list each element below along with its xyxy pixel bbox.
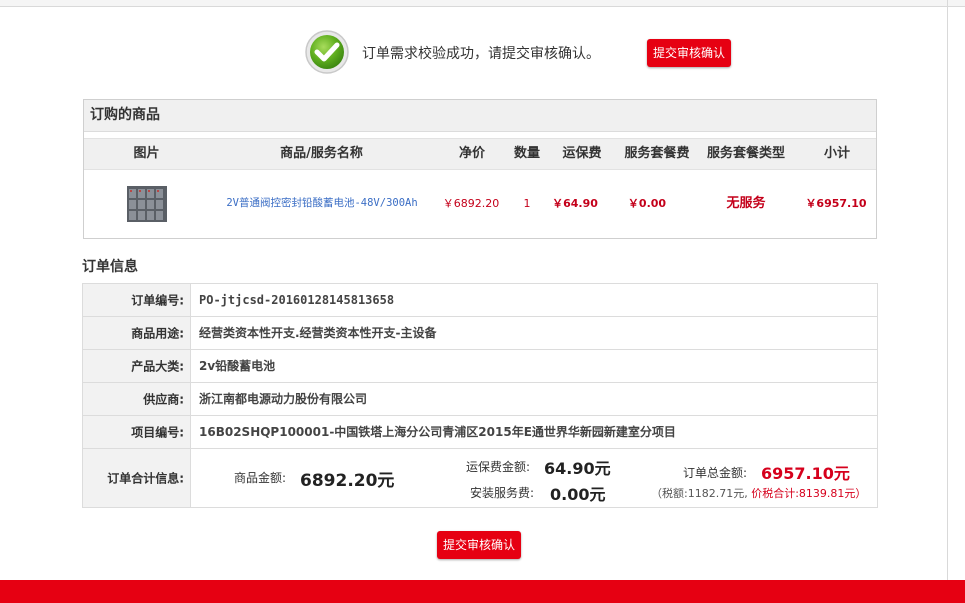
category-row: 产品大类: 2v铅酸蓄电池 [83,350,877,383]
order-info-title: 订单信息 [82,259,138,275]
order-no-value: PO-jtjcsd-20160128145813658 [199,293,395,307]
project-value: 16B02SHQP100001-中国铁塔上海分公司青浦区2015年E通世界华新园… [199,425,676,439]
tax-amount-text: （税额:1182.71元, [651,487,748,500]
product-row: 2V普通阀控密封铅酸蓄电池-48V/300Ah ￥6892.20 1 ￥64.9… [84,170,876,237]
product-subtotal: ￥6957.10 [805,197,867,210]
product-service-fee: ￥0.00 [627,197,667,210]
col-price: 净价 [458,146,485,161]
order-total-row: 订单合计信息: 商品金额: 6892.20元 运保费金额: 64.90元 安装服… [83,449,877,507]
col-shipping: 运保费 [562,146,602,161]
submit-review-button-bottom[interactable]: 提交审核确认 [437,531,521,559]
supplier-row: 供应商: 浙江南都电源动力股份有限公司 [83,383,877,416]
order-total-label: 订单总金额: [683,466,748,480]
usage-label: 商品用途: [131,326,184,341]
order-total-value: 6957.10元 [761,464,850,483]
col-quantity: 数量 [513,146,540,161]
project-row: 项目编号: 16B02SHQP100001-中国铁塔上海分公司青浦区2015年E… [83,416,877,449]
success-check-icon [305,30,349,74]
usage-row: 商品用途: 经营类资本性开支.经营类资本性开支-主设备 [83,317,877,350]
product-name-link[interactable]: 2V普通阀控密封铅酸蓄电池-48V/300Ah [202,170,442,237]
col-subtotal: 小计 [823,146,850,161]
footer-bar [0,580,965,603]
product-shipping: ￥64.90 [552,197,598,210]
order-no-row: 订单编号: PO-jtjcsd-20160128145813658 [83,284,877,317]
usage-value: 经营类资本性开支.经营类资本性开支-主设备 [199,326,437,340]
col-name: 商品/服务名称 [280,146,363,161]
install-fee-value: 0.00元 [550,485,606,504]
ordered-products-panel: 订购的商品 图片 商品/服务名称 净价 数量 运保费 服务套餐费 服务套餐类型 … [83,99,877,239]
category-label: 产品大类: [131,359,184,374]
submit-review-button-top[interactable]: 提交审核确认 [647,39,731,67]
tax-info: （税额:1182.71元, 价税合计:8139.81元） [651,485,866,501]
products-table-header: 图片 商品/服务名称 净价 数量 运保费 服务套餐费 服务套餐类型 小计 [84,138,876,170]
supplier-value: 浙江南都电源动力股份有限公司 [199,392,368,406]
success-message: 订单需求校验成功，请提交审核确认。 [362,46,600,62]
supplier-label: 供应商: [143,392,184,407]
product-price: ￥6892.20 [442,197,500,210]
install-fee-label: 安装服务费: [470,486,535,500]
right-border [947,0,948,580]
goods-amount-label: 商品金额: [234,471,287,485]
col-service-fee: 服务套餐费 [624,146,690,161]
top-border [0,0,965,7]
category-value: 2v铅酸蓄电池 [199,359,276,373]
order-total-info-label: 订单合计信息: [107,471,184,486]
tax-total-text: 价税合计:8139.81元） [751,487,867,500]
shipping-amount-label: 运保费金额: [466,460,531,474]
shipping-amount-value: 64.90元 [544,459,611,478]
order-no-label: 订单编号: [131,293,184,308]
col-service-type: 服务套餐类型 [706,146,785,161]
goods-amount-value: 6892.20元 [300,471,395,491]
ordered-products-title: 订购的商品 [84,100,876,132]
project-label: 项目编号: [131,425,184,440]
battery-pack-image[interactable] [126,183,168,225]
order-info-table: 订单编号: PO-jtjcsd-20160128145813658 商品用途: … [82,283,878,508]
col-image: 图片 [133,146,160,161]
product-service-type: 无服务 [726,196,766,211]
